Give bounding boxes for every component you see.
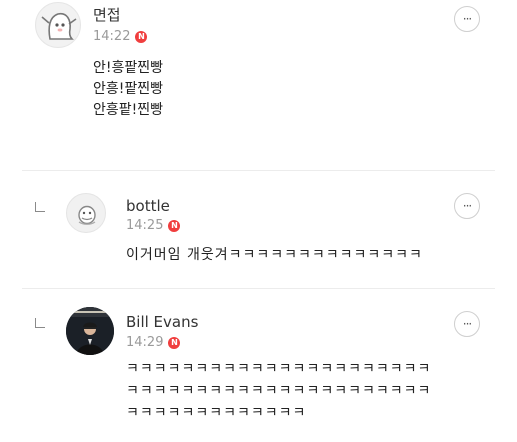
comment-line: 안흥!팥찐빵	[93, 81, 164, 97]
reply-arrow-icon	[35, 202, 45, 212]
author-name[interactable]: 면접	[93, 4, 121, 25]
comment-line: ㅋㅋㅋㅋㅋㅋㅋㅋㅋㅋㅋㅋㅋ	[126, 405, 307, 421]
time-text: 14:25	[126, 218, 164, 233]
author-name[interactable]: Bill Evans	[126, 313, 198, 331]
more-options-button[interactable]: ···	[454, 193, 480, 219]
avatar[interactable]	[66, 193, 106, 233]
comment-line: ㅋㅋㅋㅋㅋㅋㅋㅋㅋㅋㅋㅋㅋㅋㅋㅋㅋㅋㅋㅋㅋㅋ	[126, 383, 432, 399]
avatar[interactable]	[66, 307, 114, 355]
timestamp: 14:29 N	[126, 335, 181, 350]
reply-arrow-icon	[35, 318, 45, 328]
comment-line: 이거머임 개웃겨ㅋㅋㅋㅋㅋㅋㅋㅋㅋㅋㅋㅋㅋㅋ	[126, 247, 423, 263]
album-cover-image	[66, 307, 114, 355]
new-badge: N	[168, 219, 181, 232]
timestamp: 14:22 N	[93, 29, 148, 44]
more-options-button[interactable]: ···	[454, 6, 480, 32]
comment-line: 안!흥팥찐빵	[93, 60, 164, 76]
new-badge: N	[168, 336, 181, 349]
avatar[interactable]	[35, 2, 81, 48]
divider	[22, 288, 495, 289]
author-name[interactable]: bottle	[126, 197, 170, 215]
comment-line: 안흥팥!찐빵	[93, 102, 164, 118]
comment-line: ㅋㅋㅋㅋㅋㅋㅋㅋㅋㅋㅋㅋㅋㅋㅋㅋㅋㅋㅋㅋㅋㅋ	[126, 361, 432, 377]
more-options-button[interactable]: ···	[454, 311, 480, 337]
ghost-icon	[78, 205, 96, 225]
time-text: 14:29	[126, 335, 164, 350]
divider	[22, 170, 495, 171]
time-text: 14:22	[93, 29, 131, 44]
new-badge: N	[135, 30, 148, 43]
ghost-icon	[41, 12, 77, 40]
timestamp: 14:25 N	[126, 218, 181, 233]
